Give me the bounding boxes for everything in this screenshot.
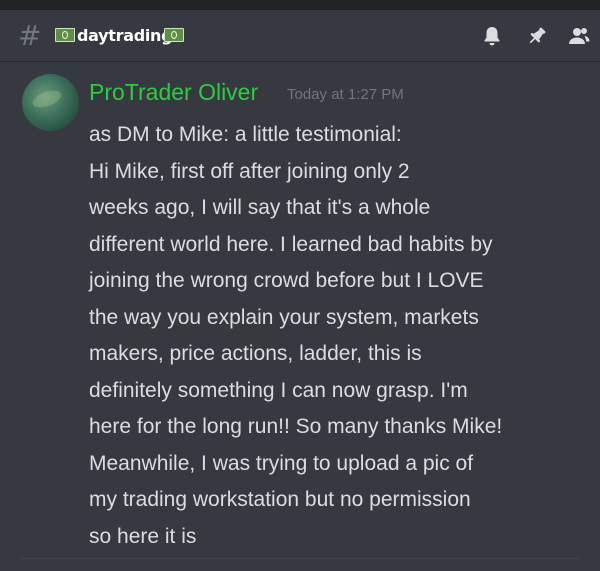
message-divider xyxy=(20,558,580,559)
message-line: makers, price actions, ladder, this is xyxy=(89,342,422,365)
message-line: Hi Mike, first off after joining only 2 xyxy=(89,159,410,183)
message-line: as DM to Mike: a little testimonial: xyxy=(89,123,402,146)
message-author[interactable]: ProTrader Oliver xyxy=(89,78,258,106)
channel-header: # daytrading xyxy=(0,10,600,62)
money-bill-icon xyxy=(164,28,184,42)
message-body: as DM to Mike: a little testimonial: Hi … xyxy=(89,117,594,555)
pin-icon[interactable] xyxy=(525,24,549,48)
channel-hash-icon: # xyxy=(18,19,42,52)
message-line: definitely something I can now grasp. I'… xyxy=(89,378,468,402)
message: ProTrader Oliver Today at 1:27 PM as DM … xyxy=(0,62,600,558)
message-line: weeks ago, I will say that it's a whole xyxy=(89,196,431,219)
members-icon[interactable] xyxy=(567,24,591,48)
channel-name[interactable]: daytrading xyxy=(77,26,173,45)
message-line: Meanwhile, I was trying to upload a pic … xyxy=(89,451,474,475)
message-line: here for the long run!! So many thanks M… xyxy=(89,415,503,438)
bell-icon[interactable] xyxy=(480,24,504,48)
message-line: so here it is xyxy=(89,524,197,548)
message-timestamp: Today at 1:27 PM xyxy=(287,86,404,103)
avatar[interactable] xyxy=(22,74,79,131)
window-top-strip xyxy=(0,0,600,10)
message-line: joining the wrong crowd before but I LOV… xyxy=(89,269,484,292)
message-line: different world here. I learned bad habi… xyxy=(89,232,493,256)
message-line: the way you explain your system, markets xyxy=(89,305,479,329)
money-bill-icon xyxy=(55,28,75,42)
message-line: my trading workstation but no permission xyxy=(89,488,471,511)
